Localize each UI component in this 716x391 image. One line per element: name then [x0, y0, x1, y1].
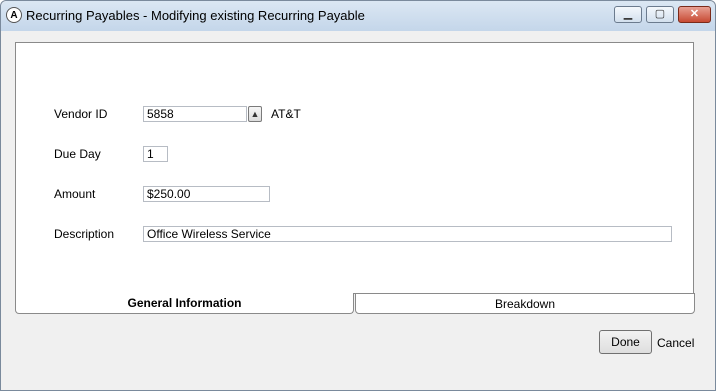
maximize-icon: ▢	[654, 8, 666, 20]
description-field[interactable]: Office Wireless Service	[143, 226, 672, 242]
due-day-label: Due Day	[54, 147, 101, 161]
tab-general-information[interactable]: General Information	[15, 293, 354, 314]
tab-breakdown[interactable]: Breakdown	[355, 293, 695, 314]
amount-field[interactable]: $250.00	[143, 186, 270, 202]
done-button[interactable]: Done	[599, 330, 652, 354]
description-label: Description	[54, 227, 115, 241]
vendor-id-field[interactable]: 5858	[143, 106, 247, 122]
window-title: Recurring Payables - Modifying existing …	[26, 8, 365, 23]
amount-label: Amount	[54, 187, 96, 201]
vendor-id-label: Vendor ID	[54, 107, 108, 121]
close-icon: ✕	[689, 8, 700, 20]
minimize-button[interactable]: ▁	[614, 6, 642, 23]
maximize-button[interactable]: ▢	[646, 6, 674, 23]
vendor-name: AT&T	[271, 107, 301, 121]
general-information-panel	[15, 42, 694, 294]
close-button[interactable]: ✕	[678, 6, 711, 23]
cancel-button[interactable]: Cancel	[657, 336, 694, 350]
due-day-field[interactable]: 1	[143, 146, 168, 162]
minimize-icon: ▁	[623, 8, 633, 20]
vendor-lookup-button[interactable]: ▲	[248, 106, 262, 122]
app-logo-icon: A	[6, 7, 22, 23]
chevron-up-icon: ▲	[250, 109, 260, 119]
title-bar[interactable]: A Recurring Payables - Modifying existin…	[1, 1, 715, 31]
